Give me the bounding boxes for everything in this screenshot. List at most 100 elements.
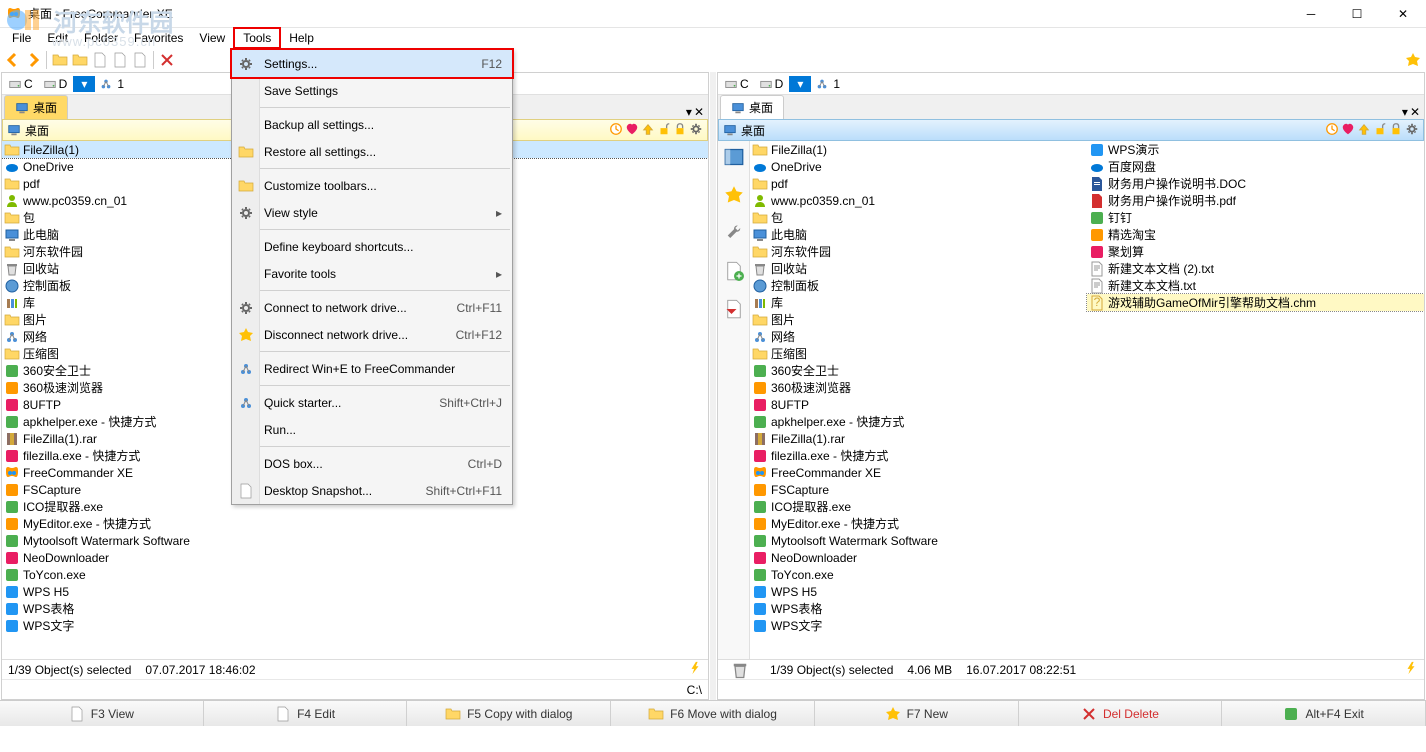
tab-dropdown-icon[interactable]: ▾ bbox=[1402, 105, 1408, 119]
side-panel-icon[interactable] bbox=[722, 145, 746, 169]
menu-item[interactable]: Disconnect network drive...Ctrl+F12 bbox=[232, 321, 512, 348]
file-row[interactable]: NeoDownloader bbox=[2, 549, 708, 566]
file-row[interactable]: WPS演示 bbox=[1087, 141, 1424, 158]
clock-icon[interactable] bbox=[1325, 122, 1339, 139]
lightning-icon[interactable] bbox=[1404, 661, 1418, 678]
file-row[interactable]: NeoDownloader bbox=[750, 549, 1087, 566]
tab-close-icon[interactable]: ✕ bbox=[1410, 105, 1420, 119]
drive-active[interactable]: ▾ bbox=[789, 76, 811, 92]
menu-item[interactable]: Settings...F12 bbox=[232, 50, 512, 77]
network-drive-icon[interactable] bbox=[813, 75, 831, 93]
file-row[interactable]: 财务用户操作说明书.pdf bbox=[1087, 192, 1424, 209]
right-filelist[interactable]: FileZilla(1)OneDrivepdfwww.pc0359.cn_01包… bbox=[750, 141, 1424, 659]
side-favorites-icon[interactable] bbox=[722, 183, 746, 207]
drive-d[interactable]: D bbox=[39, 76, 72, 92]
file-row[interactable]: 游戏辅助GameOfMir引擎帮助文档.chm bbox=[1087, 294, 1424, 311]
right-pathbar[interactable]: 桌面 bbox=[718, 119, 1424, 141]
menu-item[interactable]: Customize toolbars... bbox=[232, 172, 512, 199]
menu-item[interactable]: Run... bbox=[232, 416, 512, 443]
forward-icon[interactable] bbox=[24, 51, 42, 69]
file-row[interactable]: ToYcon.exe bbox=[750, 566, 1087, 583]
file-row[interactable]: ToYcon.exe bbox=[2, 566, 708, 583]
menu-item[interactable]: Quick starter...Shift+Ctrl+J bbox=[232, 389, 512, 416]
menu-item[interactable]: Restore all settings... bbox=[232, 138, 512, 165]
file-row[interactable]: FileZilla(1) bbox=[750, 141, 1087, 158]
menu-item[interactable]: View style▸ bbox=[232, 199, 512, 226]
up-icon[interactable] bbox=[641, 122, 655, 139]
network-drive-icon[interactable] bbox=[97, 75, 115, 93]
side-copy-icon[interactable] bbox=[722, 297, 746, 321]
file-row[interactable]: 新建文本文档.txt bbox=[1087, 277, 1424, 294]
minimize-button[interactable]: ─ bbox=[1288, 0, 1334, 28]
file-row[interactable]: filezilla.exe - 快捷方式 bbox=[750, 447, 1087, 464]
menu-edit[interactable]: Edit bbox=[39, 29, 76, 47]
heart-icon[interactable] bbox=[625, 122, 639, 139]
file-row[interactable]: FileZilla(1).rar bbox=[750, 430, 1087, 447]
file-row[interactable]: 压缩图 bbox=[750, 345, 1087, 362]
fkey-button[interactable]: F6 Move with dialog bbox=[611, 701, 815, 726]
file-row[interactable]: Mytoolsoft Watermark Software bbox=[2, 532, 708, 549]
menu-favorites[interactable]: Favorites bbox=[126, 29, 191, 47]
file-row[interactable]: 钉钉 bbox=[1087, 209, 1424, 226]
pane-splitter[interactable] bbox=[710, 72, 716, 700]
unlocked-icon[interactable] bbox=[1373, 122, 1387, 139]
tab-close-icon[interactable]: ✕ bbox=[694, 105, 704, 119]
tool-icon[interactable] bbox=[71, 51, 89, 69]
fkey-button[interactable]: F7 New bbox=[815, 701, 1019, 726]
file-row[interactable]: 包 bbox=[750, 209, 1087, 226]
file-row[interactable]: WPS H5 bbox=[750, 583, 1087, 600]
right-tab[interactable]: 桌面 bbox=[720, 95, 784, 119]
unlocked-icon[interactable] bbox=[657, 122, 671, 139]
menu-item[interactable]: Backup all settings... bbox=[232, 111, 512, 138]
drive-active[interactable]: ▾ bbox=[73, 76, 95, 92]
file-row[interactable]: 回收站 bbox=[750, 260, 1087, 277]
fkey-button[interactable]: Alt+F4 Exit bbox=[1222, 701, 1426, 726]
file-row[interactable]: 网络 bbox=[750, 328, 1087, 345]
fkey-button[interactable]: F4 Edit bbox=[204, 701, 408, 726]
file-row[interactable]: FreeCommander XE bbox=[750, 464, 1087, 481]
menu-item[interactable]: Redirect Win+E to FreeCommander bbox=[232, 355, 512, 382]
side-new-icon[interactable] bbox=[722, 259, 746, 283]
file-row[interactable]: 百度网盘 bbox=[1087, 158, 1424, 175]
lightning-icon[interactable] bbox=[688, 661, 702, 678]
menu-item[interactable]: Desktop Snapshot...Shift+Ctrl+F11 bbox=[232, 477, 512, 504]
tool-icon[interactable] bbox=[91, 51, 109, 69]
file-row[interactable]: 河东软件园 bbox=[750, 243, 1087, 260]
file-row[interactable]: 此电脑 bbox=[750, 226, 1087, 243]
file-row[interactable]: Mytoolsoft Watermark Software bbox=[750, 532, 1087, 549]
file-row[interactable]: apkhelper.exe - 快捷方式 bbox=[750, 413, 1087, 430]
menu-help[interactable]: Help bbox=[281, 29, 322, 47]
tab-dropdown-icon[interactable]: ▾ bbox=[686, 105, 692, 119]
gear-icon[interactable] bbox=[1405, 122, 1419, 139]
left-tab[interactable]: 桌面 bbox=[4, 95, 68, 119]
file-row[interactable]: pdf bbox=[750, 175, 1087, 192]
file-row[interactable]: 360极速浏览器 bbox=[750, 379, 1087, 396]
menu-folder[interactable]: Folder bbox=[76, 29, 126, 47]
back-icon[interactable] bbox=[4, 51, 22, 69]
file-row[interactable]: WPS表格 bbox=[750, 600, 1087, 617]
file-row[interactable]: FSCapture bbox=[750, 481, 1087, 498]
file-row[interactable]: OneDrive bbox=[750, 158, 1087, 175]
tool-icon[interactable] bbox=[111, 51, 129, 69]
menu-item[interactable]: DOS box...Ctrl+D bbox=[232, 450, 512, 477]
file-row[interactable]: 财务用户操作说明书.DOC bbox=[1087, 175, 1424, 192]
menu-file[interactable]: File bbox=[4, 29, 39, 47]
file-row[interactable]: www.pc0359.cn_01 bbox=[750, 192, 1087, 209]
file-row[interactable]: WPS文字 bbox=[750, 617, 1087, 634]
fkey-button[interactable]: F5 Copy with dialog bbox=[407, 701, 611, 726]
menu-item[interactable]: Save Settings bbox=[232, 77, 512, 104]
menu-item[interactable]: Connect to network drive...Ctrl+F11 bbox=[232, 294, 512, 321]
gear-icon[interactable] bbox=[689, 122, 703, 139]
fkey-button[interactable]: Del Delete bbox=[1019, 701, 1223, 726]
drive-c[interactable]: C bbox=[720, 76, 753, 92]
tool-icon[interactable] bbox=[51, 51, 69, 69]
menu-item[interactable]: Favorite tools▸ bbox=[232, 260, 512, 287]
file-row[interactable]: WPS H5 bbox=[2, 583, 708, 600]
file-row[interactable]: ICO提取器.exe bbox=[750, 498, 1087, 515]
file-row[interactable]: 聚划算 bbox=[1087, 243, 1424, 260]
file-row[interactable]: MyEditor.exe - 快捷方式 bbox=[2, 515, 708, 532]
file-row[interactable]: 新建文本文档 (2).txt bbox=[1087, 260, 1424, 277]
star-icon[interactable] bbox=[1404, 51, 1422, 69]
heart-icon[interactable] bbox=[1341, 122, 1355, 139]
file-row[interactable]: WPS表格 bbox=[2, 600, 708, 617]
